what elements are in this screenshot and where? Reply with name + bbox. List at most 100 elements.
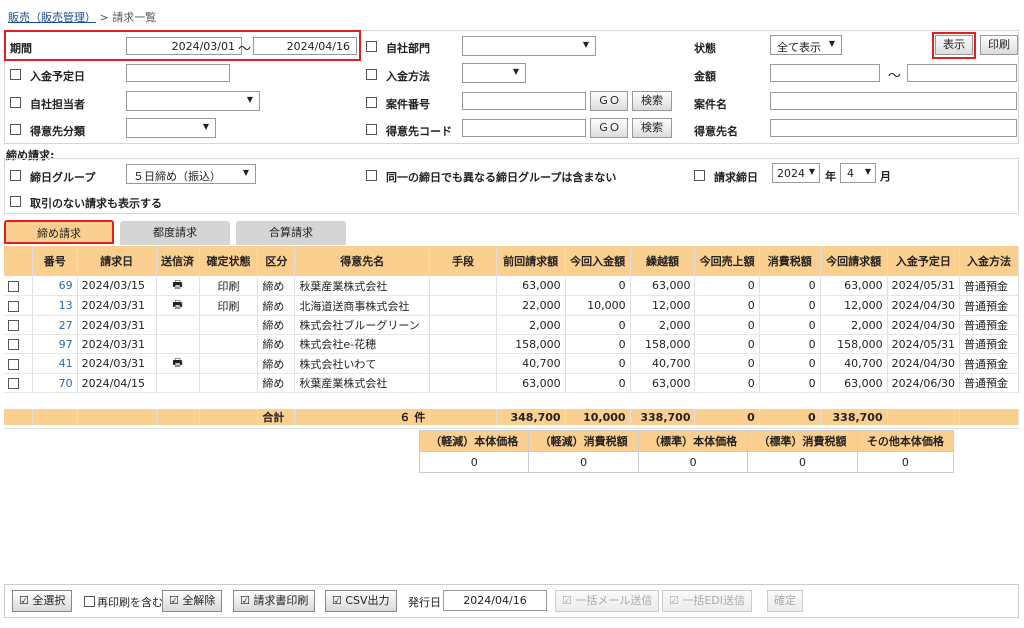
row-checkbox-cell[interactable] — [4, 315, 33, 335]
csv-output-button[interactable]: ☑ CSV出力 — [325, 590, 397, 612]
due-date-checkbox[interactable] — [10, 69, 21, 80]
case-no-search-button[interactable]: 検索 — [632, 91, 672, 111]
bulk-edi-button[interactable]: ☑ 一括EDI送信 — [662, 590, 753, 612]
table-row[interactable]: 41 2024/03/31 🖶 締め 株式会社いわて 40,700 0 40,7… — [4, 353, 1019, 374]
row-checkbox[interactable] — [8, 378, 19, 389]
period-to-input[interactable]: 2024/04/16 — [253, 37, 357, 55]
sales-amount: 0 — [694, 315, 760, 335]
summary-label: 合計 — [257, 409, 296, 425]
invoice-date: 2024/03/31 — [77, 353, 157, 374]
cust-code-input[interactable] — [462, 119, 586, 137]
col-carry[interactable]: 繰越額 — [630, 246, 696, 276]
amount-to-input[interactable] — [907, 64, 1017, 82]
col-tax[interactable]: 消費税額 — [759, 246, 821, 276]
row-checkbox-cell[interactable] — [4, 276, 33, 296]
closing-year-select[interactable]: 2024 ▼ — [772, 163, 820, 183]
col-select — [4, 246, 33, 276]
dept-checkbox[interactable] — [366, 41, 377, 52]
row-checkbox[interactable] — [8, 339, 19, 350]
month-unit: 月 — [880, 170, 891, 183]
row-checkbox-cell[interactable] — [4, 353, 33, 374]
col-due[interactable]: 入金予定日 — [887, 246, 961, 276]
pay-method-select[interactable]: ▼ — [462, 63, 526, 83]
clear-all-button[interactable]: ☑ 全解除 — [162, 590, 223, 612]
case-name-input[interactable] — [770, 92, 1017, 110]
col-bill[interactable]: 今回請求額 — [820, 246, 888, 276]
printer-icon: 🖶 — [156, 295, 200, 316]
tab-closing[interactable]: 締め請求 — [4, 220, 114, 244]
table-row[interactable]: 27 2024/03/31 締め 株式会社ブルーグリーン 2,000 0 2,0… — [4, 315, 1019, 335]
col-method[interactable]: 入金方法 — [959, 246, 1019, 276]
amount-from-input[interactable] — [770, 64, 880, 82]
invoice-no-link[interactable]: 97 — [32, 334, 78, 354]
invoice-no-link[interactable]: 41 — [32, 353, 78, 374]
col-prev[interactable]: 前回請求額 — [496, 246, 566, 276]
cust-code-go-button[interactable]: ＧＯ — [590, 118, 628, 138]
col-paid[interactable]: 今回入金額 — [565, 246, 631, 276]
due-date-input[interactable] — [126, 64, 230, 82]
paid-amount: 0 — [565, 334, 631, 354]
closing-group-checkbox[interactable] — [10, 170, 21, 181]
exclude-group-checkbox[interactable] — [366, 170, 377, 181]
print-button[interactable]: 印刷 — [980, 35, 1018, 55]
issue-date-input[interactable]: 2024/04/16 — [443, 590, 547, 611]
invoice-no-link[interactable]: 27 — [32, 315, 78, 335]
row-checkbox-cell[interactable] — [4, 373, 33, 393]
staff-select[interactable]: ▼ — [126, 91, 260, 111]
period-from-input[interactable]: 2024/03/01 — [126, 37, 242, 55]
clear-all-label: 全解除 — [182, 594, 216, 607]
cust-code-checkbox[interactable] — [366, 124, 377, 135]
col-means[interactable]: 手段 — [429, 246, 497, 276]
tab-per-invoice[interactable]: 都度請求 — [120, 221, 230, 245]
closing-date-checkbox[interactable] — [694, 170, 705, 181]
tab-combined[interactable]: 合算請求 — [236, 221, 346, 245]
cust-code-search-button[interactable]: 検索 — [632, 118, 672, 138]
due-date: 2024/04/30 — [887, 353, 961, 374]
cust-class-checkbox[interactable] — [10, 124, 21, 135]
customer-name: 北海道送商事株式会社 — [294, 295, 431, 316]
table-row[interactable]: 97 2024/03/31 締め 株式会社e-花穂 158,000 0 158,… — [4, 334, 1019, 354]
invoice-no-link[interactable]: 69 — [32, 276, 78, 296]
print-invoice-button[interactable]: ☑ 請求書印刷 — [233, 590, 316, 612]
row-checkbox[interactable] — [8, 280, 19, 292]
case-no-go-button[interactable]: ＧＯ — [590, 91, 628, 111]
status-select[interactable]: 全て表示 ▼ — [770, 35, 842, 55]
closing-group-select[interactable]: ５日締め（振込） ▼ — [126, 164, 256, 184]
tax-amount: 0 — [759, 276, 821, 296]
table-row[interactable]: 13 2024/03/31 🖶 印刷 締め 北海道送商事株式会社 22,000 … — [4, 295, 1019, 316]
invoice-no-link[interactable]: 13 — [32, 295, 78, 316]
closing-month-select[interactable]: 4 ▼ — [840, 163, 876, 183]
col-status[interactable]: 確定状態 — [199, 246, 259, 276]
show-button[interactable]: 表示 — [935, 35, 973, 55]
bulk-mail-button[interactable]: ☑ 一括メール送信 — [555, 590, 660, 612]
row-checkbox[interactable] — [8, 320, 19, 331]
col-customer[interactable]: 得意先名 — [294, 246, 431, 276]
exclude-group-label: 同一の締日でも異なる締日グループは含まない — [386, 171, 617, 184]
col-sent[interactable]: 送信済 — [156, 246, 200, 276]
col-sales[interactable]: 今回売上額 — [694, 246, 760, 276]
col-no[interactable]: 番号 — [32, 246, 78, 276]
no-txn-checkbox[interactable] — [10, 196, 21, 207]
row-checkbox[interactable] — [8, 300, 19, 312]
confirm-button[interactable]: 確定 — [767, 590, 803, 612]
row-checkbox[interactable] — [8, 358, 19, 370]
case-no-input[interactable] — [462, 92, 586, 110]
case-no-checkbox[interactable] — [366, 97, 377, 108]
cust-class-select[interactable]: ▼ — [126, 118, 216, 138]
tax-value-reduced-base: 0 — [418, 451, 530, 473]
dept-select[interactable]: ▼ — [462, 36, 596, 56]
table-row[interactable]: 70 2024/04/15 締め 秋葉産業株式会社 63,000 0 63,00… — [4, 373, 1019, 393]
staff-checkbox[interactable] — [10, 97, 21, 108]
table-row[interactable]: 69 2024/03/15 🖶 印刷 締め 秋葉産業株式会社 63,000 0 … — [4, 276, 1019, 296]
breadcrumb-parent-link[interactable]: 販売（販売管理） — [8, 11, 96, 24]
col-kubun[interactable]: 区分 — [257, 246, 296, 276]
row-checkbox-cell[interactable] — [4, 295, 33, 316]
row-checkbox-cell[interactable] — [4, 334, 33, 354]
cust-name-input[interactable] — [770, 119, 1017, 137]
col-date[interactable]: 請求日 — [77, 246, 157, 276]
pay-method-checkbox[interactable] — [366, 69, 377, 80]
reprint-checkbox[interactable] — [84, 596, 95, 607]
breadcrumb-current: 請求一覧 — [112, 11, 157, 24]
invoice-no-link[interactable]: 70 — [32, 373, 78, 393]
select-all-button[interactable]: ☑ 全選択 — [12, 590, 73, 612]
